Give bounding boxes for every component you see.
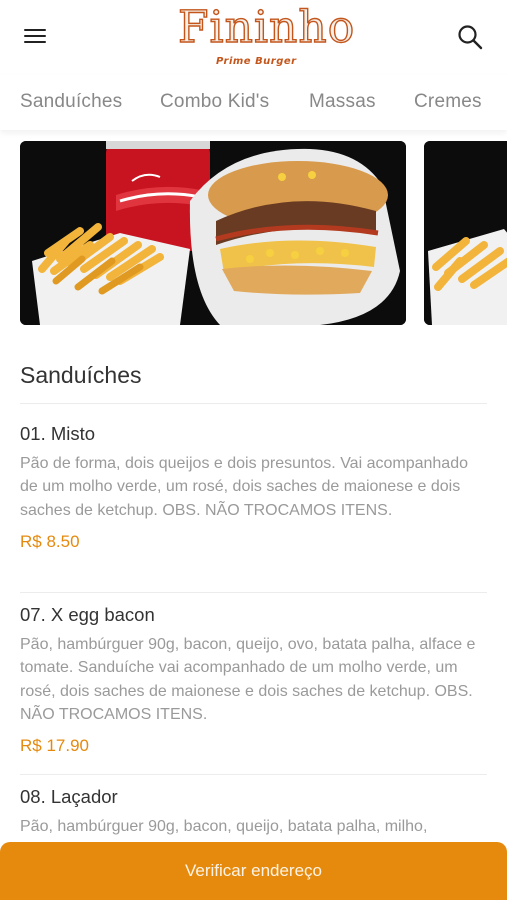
- app-header: Fininho Prime Burger: [0, 0, 507, 75]
- tab-cremes[interactable]: Cremes: [414, 91, 482, 113]
- product-item[interactable]: 08. Laçador Pão, hambúrguer 90g, bacon, …: [20, 785, 487, 846]
- section-title: Sanduíches: [20, 362, 142, 388]
- product-description: Pão de forma, dois queijos e dois presun…: [20, 455, 468, 519]
- divider: [20, 403, 487, 404]
- brand-logo: Fininho Prime Burger: [168, 4, 355, 70]
- divider: [20, 592, 487, 593]
- product-item[interactable]: 07. X egg bacon Pão, hambúrguer 90g, bac…: [20, 603, 487, 758]
- product-description: Pão, hambúrguer 90g, bacon, queijo, bata…: [20, 818, 428, 835]
- divider: [20, 774, 487, 775]
- product-name: 08. Laçador: [20, 786, 118, 807]
- product-description: Pão, hambúrguer 90g, bacon, queijo, ovo,…: [20, 636, 476, 723]
- product-item[interactable]: 01. Misto Pão de forma, dois queijos e d…: [20, 422, 487, 554]
- product-price: R$ 17.90: [20, 736, 89, 756]
- product-price: R$ 8.50: [20, 531, 80, 551]
- search-icon[interactable]: [456, 23, 484, 51]
- tab-massas[interactable]: Massas: [309, 91, 376, 113]
- tab-sanduiches[interactable]: Sanduíches: [20, 91, 122, 113]
- product-name: 07. X egg bacon: [20, 604, 155, 625]
- promo-banner-image[interactable]: [20, 141, 406, 325]
- hamburger-menu-icon[interactable]: [22, 26, 48, 48]
- logo-tagline: Prime Burger: [216, 56, 297, 67]
- verify-address-button[interactable]: Verificar endereço: [0, 842, 507, 900]
- category-tabs: Sanduíches Combo Kid's Massas Cremes: [0, 75, 507, 130]
- tab-combo-kids[interactable]: Combo Kid's: [160, 91, 269, 113]
- promo-banner-image-next[interactable]: [424, 141, 507, 325]
- product-name: 01. Misto: [20, 423, 96, 444]
- logo-wordmark: Fininho: [177, 2, 356, 53]
